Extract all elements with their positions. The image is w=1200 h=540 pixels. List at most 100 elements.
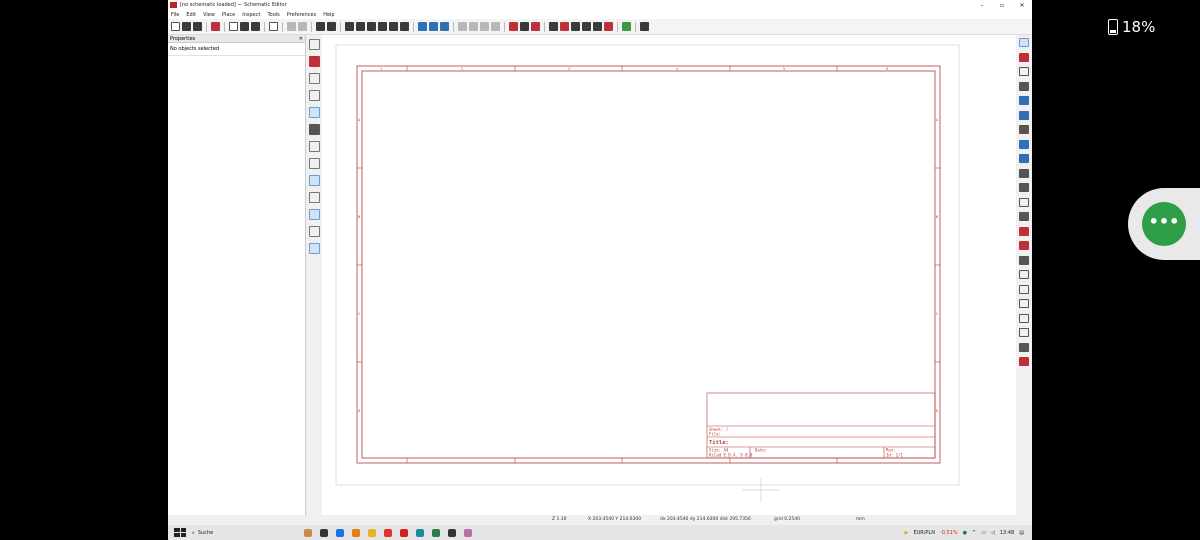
cursor-style-icon[interactable] [308, 124, 320, 135]
rotate-ccw-icon[interactable] [458, 22, 467, 31]
grid-toggle-icon[interactable] [308, 39, 320, 50]
highlight-net-icon[interactable] [1019, 52, 1029, 62]
hierarchy-navigator-icon[interactable] [308, 209, 320, 220]
text-tool-icon[interactable] [1019, 255, 1029, 265]
taskbar-search[interactable]: ⌕ Suche [192, 530, 282, 536]
navigate-up-icon[interactable] [429, 22, 438, 31]
line-mode-free-icon[interactable] [308, 158, 320, 169]
notifications-icon[interactable]: ▤ [1019, 530, 1024, 536]
edge-icon[interactable] [336, 528, 344, 537]
menu-preferences[interactable]: Preferences [287, 12, 316, 18]
select-tool-icon[interactable] [1019, 38, 1029, 47]
pcb-editor-icon[interactable] [622, 22, 631, 31]
app-icon[interactable] [384, 528, 392, 537]
firefox-icon[interactable] [352, 528, 360, 537]
task-view-icon[interactable] [320, 528, 328, 537]
line-tool-icon[interactable] [1019, 328, 1029, 337]
zoom-objects-icon[interactable] [389, 22, 398, 31]
show-pins-icon[interactable] [308, 141, 320, 152]
mirror-horizontal-icon[interactable] [491, 22, 500, 31]
text-box-icon[interactable] [1019, 270, 1029, 279]
menu-file[interactable]: File [171, 12, 179, 18]
maximize-button[interactable]: ▫ [992, 2, 1012, 9]
hidden-pins-icon[interactable] [308, 56, 320, 67]
show-hidden-icons[interactable]: ^ [972, 530, 976, 536]
bom-icon[interactable] [593, 22, 602, 31]
add-symbol-icon[interactable] [1019, 67, 1029, 76]
footprint-editor-icon[interactable] [531, 22, 540, 31]
zoom-out-icon[interactable] [367, 22, 376, 31]
minimize-button[interactable]: – [972, 2, 992, 9]
annotate-icon[interactable] [549, 22, 558, 31]
undo-icon[interactable] [287, 22, 296, 31]
close-button[interactable]: ✕ [1012, 2, 1032, 9]
net-class-directive-icon[interactable] [1019, 183, 1029, 192]
net-label-icon[interactable] [1019, 168, 1029, 178]
plot-icon[interactable] [251, 22, 260, 31]
page-settings-icon[interactable] [229, 22, 238, 31]
navigate-forward-icon[interactable] [440, 22, 449, 31]
file-explorer-icon[interactable] [368, 528, 376, 537]
menu-edit[interactable]: Edit [186, 12, 196, 18]
print-icon[interactable] [240, 22, 249, 31]
sheet-pin-icon[interactable] [1019, 241, 1029, 250]
network-icon[interactable]: ▭ [981, 530, 986, 536]
schematic-setup-icon[interactable] [211, 22, 220, 31]
erc-icon[interactable] [560, 22, 569, 31]
add-bus-icon[interactable] [1019, 110, 1029, 120]
zoom-tool-icon[interactable] [400, 22, 409, 31]
hierarchical-label-icon[interactable] [1019, 212, 1029, 221]
rectangle-tool-icon[interactable] [1019, 284, 1029, 294]
redo-icon[interactable] [298, 22, 307, 31]
units-inch-icon[interactable] [308, 73, 320, 84]
tray-app-icon[interactable]: ● [963, 530, 967, 536]
floating-more-button[interactable]: ••• [1142, 202, 1186, 246]
units-mm-icon[interactable] [308, 107, 320, 118]
add-power-icon[interactable] [1019, 81, 1029, 91]
line-mode-45-icon[interactable] [308, 192, 320, 203]
save-icon[interactable] [193, 22, 202, 31]
menu-help[interactable]: Help [323, 12, 334, 18]
navigate-back-icon[interactable] [418, 22, 427, 31]
zoom-fit-icon[interactable] [378, 22, 387, 31]
add-wire-icon[interactable] [1019, 96, 1029, 105]
clock[interactable]: 13:48 [1000, 530, 1014, 536]
properties-panel-toggle-icon[interactable] [308, 243, 320, 254]
symbol-browser-icon[interactable] [520, 22, 529, 31]
bus-entry-icon[interactable] [1019, 125, 1029, 134]
new-schematic-icon[interactable] [171, 22, 180, 31]
no-connect-icon[interactable] [1019, 139, 1029, 149]
acrobat-icon[interactable] [400, 528, 408, 537]
scripting-console-icon[interactable] [640, 22, 649, 31]
menu-inspect[interactable]: Inspect [242, 12, 260, 18]
menu-place[interactable]: Place [222, 12, 235, 18]
paste-icon[interactable] [269, 22, 278, 31]
junction-icon[interactable] [1019, 154, 1029, 163]
menu-tools[interactable]: Tools [267, 12, 279, 18]
windows-start-icon[interactable] [174, 528, 186, 537]
find-icon[interactable] [316, 22, 325, 31]
volume-icon[interactable]: ◁ [991, 530, 995, 536]
menu-view[interactable]: View [203, 12, 215, 18]
zoom-in-icon[interactable] [356, 22, 365, 31]
design-blocks-icon[interactable] [308, 226, 320, 237]
cortana-character-icon[interactable] [304, 528, 312, 537]
symbol-editor-icon[interactable] [509, 22, 518, 31]
units-mil-icon[interactable] [308, 90, 320, 101]
line-mode-90-icon[interactable] [308, 175, 320, 186]
assign-footprints-icon[interactable] [582, 22, 591, 31]
image-tool-icon[interactable] [1019, 342, 1029, 352]
find-replace-icon[interactable] [327, 22, 336, 31]
delete-tool-icon[interactable] [1019, 357, 1029, 366]
rotate-cw-icon[interactable] [469, 22, 478, 31]
properties-close-icon[interactable]: ✕ [299, 36, 303, 42]
open-folder-icon[interactable] [182, 22, 191, 31]
app-icon[interactable] [416, 528, 424, 537]
edit-fields-icon[interactable] [604, 22, 613, 31]
mirror-vertical-icon[interactable] [480, 22, 489, 31]
simulator-icon[interactable] [571, 22, 580, 31]
schematic-canvas[interactable]: 1 2 3 4 5 6 A B C D A B C D Sheet: / Fil… [322, 35, 1016, 523]
arc-tool-icon[interactable] [1019, 313, 1029, 323]
hierarchical-sheet-icon[interactable] [1019, 226, 1029, 236]
refresh-icon[interactable] [345, 22, 354, 31]
